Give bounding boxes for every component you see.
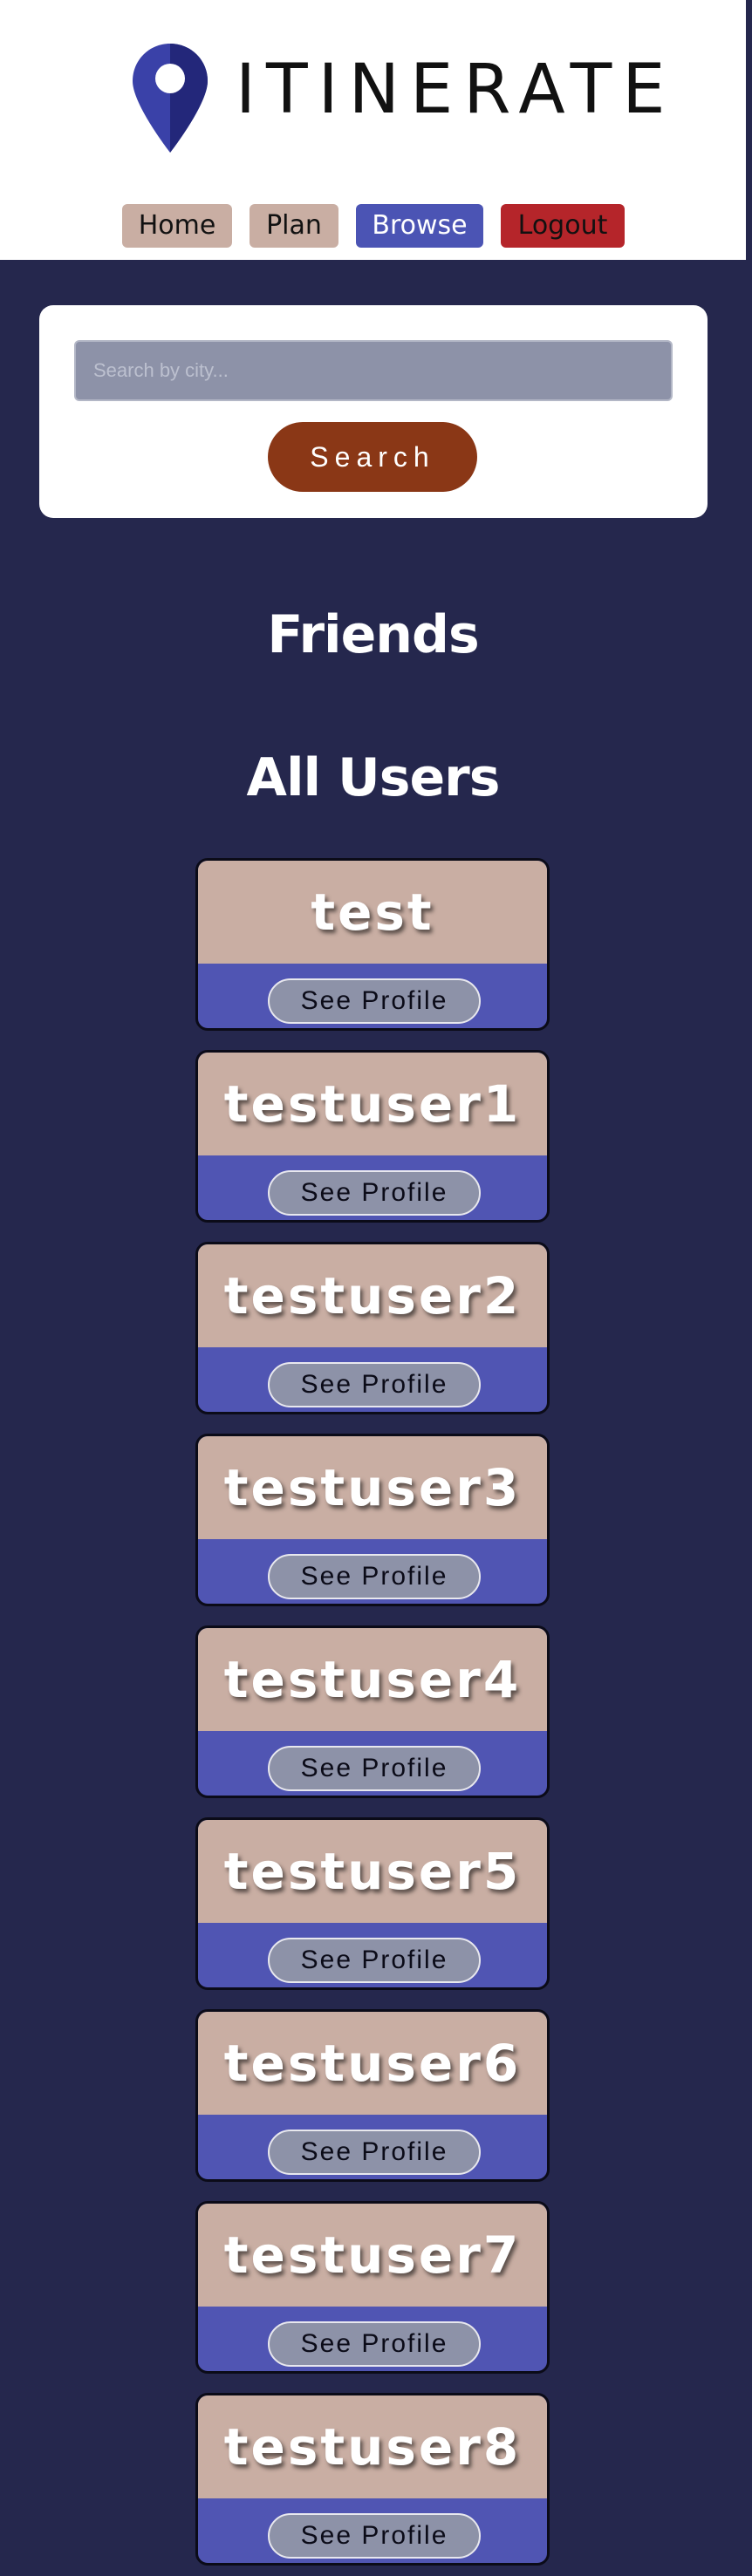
nav-logout-button[interactable]: Logout <box>501 204 625 248</box>
user-name: testuser8 <box>223 2417 522 2477</box>
user-card: testuser6 See Profile <box>195 2009 550 2182</box>
user-name: testuser1 <box>223 1074 522 1134</box>
see-profile-button[interactable]: See Profile <box>268 2130 481 2175</box>
user-card: test See Profile <box>195 858 550 1031</box>
see-profile-button[interactable]: See Profile <box>268 1170 481 1216</box>
user-card: testuser8 See Profile <box>195 2393 550 2566</box>
user-name: testuser6 <box>223 2034 522 2093</box>
nav-browse-button[interactable]: Browse <box>356 204 483 248</box>
user-card: testuser2 See Profile <box>195 1242 550 1414</box>
see-profile-button[interactable]: See Profile <box>268 1554 481 1599</box>
brand-name: ITINERATE <box>236 51 676 129</box>
user-name: testuser7 <box>223 2225 522 2285</box>
user-card: testuser7 See Profile <box>195 2201 550 2374</box>
map-pin-icon <box>133 44 208 153</box>
nav-plan-button[interactable]: Plan <box>250 204 338 248</box>
user-card: testuser4 See Profile <box>195 1625 550 1798</box>
brand-logo[interactable]: ITINERATE <box>133 44 666 153</box>
user-card: testuser1 See Profile <box>195 1050 550 1223</box>
see-profile-button[interactable]: See Profile <box>268 2321 481 2367</box>
all-users-heading: All Users <box>246 747 501 808</box>
user-name: testuser2 <box>223 1266 522 1325</box>
nav-home-button[interactable]: Home <box>122 204 232 248</box>
see-profile-button[interactable]: See Profile <box>268 978 481 1024</box>
user-name: testuser3 <box>223 1458 522 1517</box>
search-button[interactable]: Search <box>268 422 477 492</box>
search-card: Search <box>39 305 708 518</box>
see-profile-button[interactable]: See Profile <box>268 1362 481 1407</box>
user-name: test <box>311 883 434 942</box>
user-card: testuser3 See Profile <box>195 1434 550 1606</box>
main-nav: Home Plan Browse Logout <box>0 204 746 248</box>
see-profile-button[interactable]: See Profile <box>268 1938 481 1983</box>
user-name: testuser4 <box>223 1650 522 1709</box>
header-edge <box>746 0 752 260</box>
site-header: ITINERATE Home Plan Browse Logout <box>0 0 746 260</box>
see-profile-button[interactable]: See Profile <box>268 1746 481 1791</box>
user-name: testuser5 <box>223 1842 522 1901</box>
city-search-input[interactable] <box>74 340 673 401</box>
see-profile-button[interactable]: See Profile <box>268 2513 481 2559</box>
friends-heading: Friends <box>267 604 479 665</box>
user-card: testuser5 See Profile <box>195 1817 550 1990</box>
